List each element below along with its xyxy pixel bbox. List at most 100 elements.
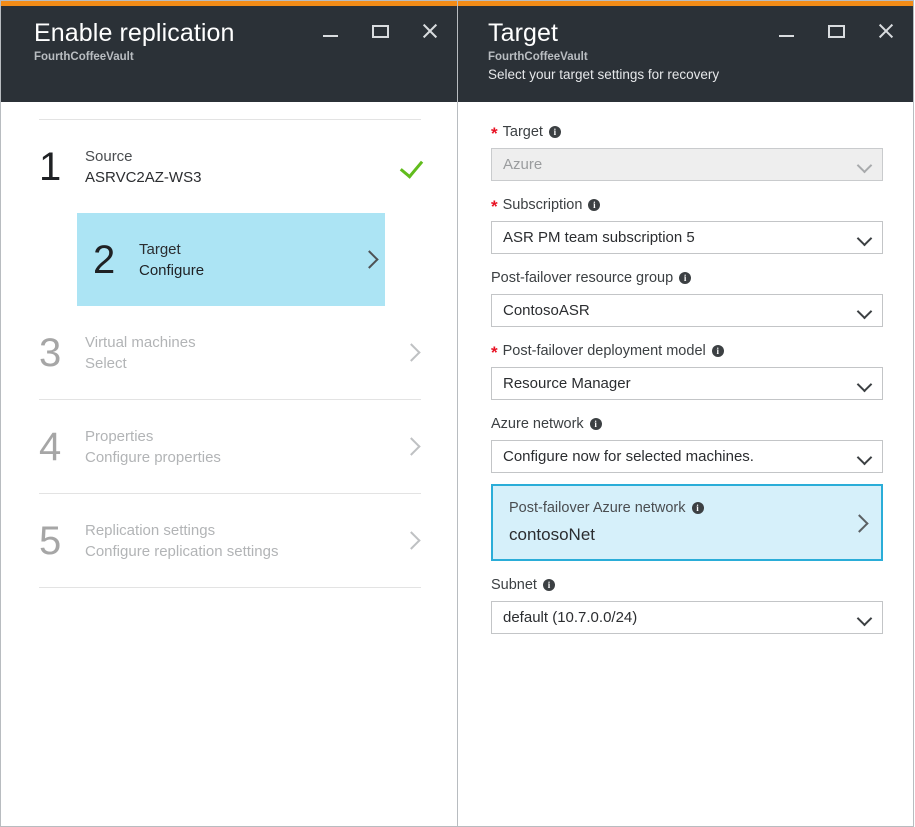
step-subtitle: Configure properties — [85, 447, 401, 468]
wizard-steps: 1 Source ASRVC2AZ-WS3 2 Target Configure — [1, 120, 457, 588]
resource-group-select-value: ContosoASR — [503, 301, 590, 321]
divider — [39, 587, 421, 588]
step-number: 4 — [39, 425, 85, 469]
chevron-down-icon — [859, 306, 869, 316]
chevron-right-icon — [359, 249, 381, 271]
target-select-value: Azure — [503, 155, 542, 175]
chevron-down-icon — [859, 160, 869, 170]
maximize-button[interactable] — [367, 18, 393, 44]
label-text: Post-failover resource group — [491, 268, 673, 288]
step-title: Replication settings — [85, 520, 401, 541]
label-text: Azure network — [491, 414, 584, 434]
step-texts: Virtual machines Select — [85, 332, 401, 374]
wizard-step-properties[interactable]: 4 Properties Configure properties — [1, 400, 457, 493]
chevron-right-icon — [401, 436, 423, 458]
wizard-step-virtual-machines[interactable]: 3 Virtual machines Select — [1, 306, 457, 399]
subnet-select-value: default (10.7.0.0/24) — [503, 608, 637, 628]
post-failover-azure-network-picker[interactable]: Post-failover Azure network i contosoNet — [491, 484, 883, 561]
azure-network-select-value: Configure now for selected machines. — [503, 447, 754, 467]
required-asterisk: * — [491, 127, 498, 141]
field-label-subscription: * Subscription i — [491, 195, 883, 215]
label-text: Post-failover Azure network — [509, 498, 686, 518]
vault-name: FourthCoffeeVault — [488, 50, 899, 65]
info-icon[interactable]: i — [712, 345, 724, 357]
field-azure-network: Azure network i Configure now for select… — [491, 414, 883, 473]
enable-replication-header: Enable replication FourthCoffeeVault — [1, 6, 457, 102]
picker-label: Post-failover Azure network i — [509, 498, 867, 518]
info-icon[interactable]: i — [543, 579, 555, 591]
vault-name: FourthCoffeeVault — [34, 50, 443, 65]
azure-network-select[interactable]: Configure now for selected machines. — [491, 440, 883, 473]
required-asterisk: * — [491, 346, 498, 360]
close-button[interactable] — [417, 18, 443, 44]
window-controls-right — [773, 18, 899, 44]
maximize-icon — [828, 25, 845, 38]
close-icon — [877, 22, 895, 40]
field-label-subnet: Subnet i — [491, 575, 883, 595]
step-subtitle: Configure — [139, 260, 359, 281]
chevron-down-icon — [859, 233, 869, 243]
picker-value: contosoNet — [509, 523, 867, 547]
step-subtitle: ASRVC2AZ-WS3 — [85, 167, 399, 188]
target-select: Azure — [491, 148, 883, 181]
target-settings-form: * Target i Azure * Subscription i — [458, 102, 913, 634]
chevron-right-icon — [851, 514, 869, 532]
step-title: Target — [139, 239, 359, 260]
step-subtitle: Select — [85, 353, 401, 374]
chevron-down-icon — [859, 379, 869, 389]
step-title: Source — [85, 146, 399, 167]
label-text: Target — [503, 122, 543, 142]
minimize-button[interactable] — [317, 18, 343, 44]
info-icon[interactable]: i — [679, 272, 691, 284]
wizard-step-target[interactable]: 2 Target Configure — [77, 213, 385, 306]
field-subscription: * Subscription i ASR PM team subscriptio… — [491, 195, 883, 254]
label-text: Subscription — [503, 195, 583, 215]
chevron-right-icon — [401, 530, 423, 552]
minimize-icon — [779, 35, 794, 37]
info-icon[interactable]: i — [590, 418, 602, 430]
field-label-azure-network: Azure network i — [491, 414, 883, 434]
deployment-model-select[interactable]: Resource Manager — [491, 367, 883, 400]
step-texts: Properties Configure properties — [85, 426, 401, 468]
page-description: Select your target settings for recovery — [488, 66, 899, 84]
subscription-select[interactable]: ASR PM team subscription 5 — [491, 221, 883, 254]
subnet-select[interactable]: default (10.7.0.0/24) — [491, 601, 883, 634]
target-blade: Target FourthCoffeeVault Select your tar… — [457, 0, 914, 827]
info-icon[interactable]: i — [588, 199, 600, 211]
deployment-model-select-value: Resource Manager — [503, 374, 631, 394]
resource-group-select[interactable]: ContosoASR — [491, 294, 883, 327]
subscription-select-value: ASR PM team subscription 5 — [503, 228, 695, 248]
wizard-step-source[interactable]: 1 Source ASRVC2AZ-WS3 — [1, 120, 457, 213]
enable-replication-body: 1 Source ASRVC2AZ-WS3 2 Target Configure — [1, 102, 457, 826]
step-number: 3 — [39, 331, 85, 375]
window-controls-left — [317, 18, 443, 44]
label-text: Post-failover deployment model — [503, 341, 706, 361]
required-asterisk: * — [491, 200, 498, 214]
chevron-down-icon — [859, 613, 869, 623]
step-title: Properties — [85, 426, 401, 447]
field-target: * Target i Azure — [491, 122, 883, 181]
field-subnet: Subnet i default (10.7.0.0/24) — [491, 575, 883, 634]
wizard-step-replication-settings[interactable]: 5 Replication settings Configure replica… — [1, 494, 457, 587]
info-icon[interactable]: i — [692, 502, 704, 514]
target-header: Target FourthCoffeeVault Select your tar… — [458, 6, 913, 102]
chevron-right-icon — [401, 342, 423, 364]
enable-replication-blade: Enable replication FourthCoffeeVault — [0, 0, 458, 827]
enable-replication-wizard: Enable replication FourthCoffeeVault — [0, 0, 915, 827]
step-number: 2 — [93, 238, 139, 282]
step-subtitle: Configure replication settings — [85, 541, 401, 562]
info-icon[interactable]: i — [549, 126, 561, 138]
minimize-button[interactable] — [773, 18, 799, 44]
check-icon — [399, 154, 425, 180]
label-text: Subnet — [491, 575, 537, 595]
field-resource-group: Post-failover resource group i ContosoAS… — [491, 268, 883, 327]
maximize-icon — [372, 25, 389, 38]
field-deployment-model: * Post-failover deployment model i Resou… — [491, 341, 883, 400]
close-button[interactable] — [873, 18, 899, 44]
step-texts: Target Configure — [139, 239, 359, 281]
step-number: 1 — [39, 145, 85, 189]
chevron-down-icon — [859, 452, 869, 462]
maximize-button[interactable] — [823, 18, 849, 44]
field-label-deployment-model: * Post-failover deployment model i — [491, 341, 883, 361]
target-body: * Target i Azure * Subscription i — [458, 102, 913, 826]
